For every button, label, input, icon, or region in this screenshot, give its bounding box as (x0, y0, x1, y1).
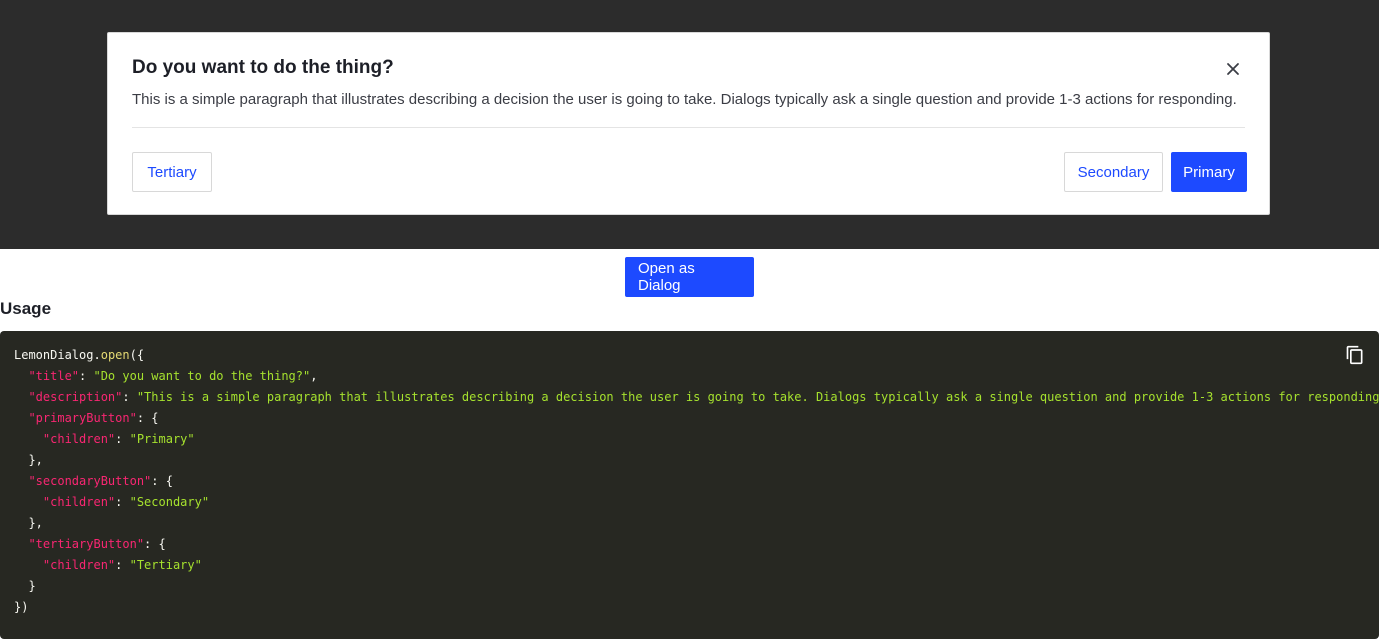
open-as-dialog-button[interactable]: Open as Dialog (625, 257, 754, 297)
code-line: }) (14, 597, 1365, 618)
code-key: "secondaryButton" (28, 474, 152, 488)
code-function: open (100, 348, 130, 362)
code-string: "Secondary" (129, 495, 210, 509)
code-punct: : (144, 537, 159, 551)
code-punct: : (151, 474, 166, 488)
code-punct: { (165, 474, 173, 488)
code-string: "Do you want to do the thing?" (93, 369, 311, 383)
code-punct: ({ (129, 348, 145, 362)
code-string: "This is a simple paragraph that illustr… (136, 390, 1379, 404)
code-key: "primaryButton" (28, 411, 137, 425)
code-punct: , (310, 369, 318, 383)
code-key: "description" (28, 390, 123, 404)
code-line: "primaryButton": { (14, 408, 1365, 429)
code-object: LemonDialog (14, 348, 94, 362)
usage-heading: Usage (0, 299, 52, 318)
tertiary-button[interactable]: Tertiary (132, 152, 212, 192)
close-icon (1227, 63, 1239, 75)
code-line: }, (14, 513, 1365, 534)
dialog-divider (132, 127, 1245, 128)
code-key: "title" (28, 369, 80, 383)
code-line: }, (14, 450, 1365, 471)
code-punct: { (158, 537, 166, 551)
copy-icon (1346, 345, 1363, 365)
code-string: "Primary" (129, 432, 195, 446)
copy-button[interactable] (1345, 345, 1365, 365)
code-line: } (14, 576, 1365, 597)
code-punct: : (115, 432, 130, 446)
code-line: "children": "Tertiary" (14, 555, 1365, 576)
code-punct: : (115, 558, 130, 572)
code-punct: . (93, 348, 101, 362)
code-key: "children" (42, 432, 116, 446)
code-punct: } (28, 579, 36, 593)
code-line: "children": "Secondary" (14, 492, 1365, 513)
code-punct: : (136, 411, 152, 425)
code-string: "Tertiary" (129, 558, 202, 572)
code-punct: : (79, 369, 94, 383)
code-line: "secondaryButton": { (14, 471, 1365, 492)
dialog-description: This is a simple paragraph that illustra… (132, 91, 1237, 108)
code-line: "children": "Primary" (14, 429, 1365, 450)
code-block: LemonDialog.open({ "title": "Do you want… (0, 331, 1379, 639)
code-punct: : (122, 390, 137, 404)
code-key: "children" (42, 558, 116, 572)
code-line: "title": "Do you want to do the thing?", (14, 366, 1365, 387)
code-punct: }, (28, 453, 43, 467)
code-punct: : (115, 495, 130, 509)
code-line: "tertiaryButton": { (14, 534, 1365, 555)
code-punct: }, (28, 516, 43, 530)
dialog-title: Do you want to do the thing? (132, 57, 394, 78)
code-punct: { (151, 411, 159, 425)
close-button[interactable] (1221, 57, 1245, 81)
primary-button[interactable]: Primary (1171, 152, 1247, 192)
code-line: "description": "This is a simple paragra… (14, 387, 1379, 408)
dialog: Do you want to do the thing? This is a s… (107, 32, 1270, 215)
code-key: "children" (42, 495, 116, 509)
code-punct: }) (14, 600, 29, 614)
secondary-button[interactable]: Secondary (1064, 152, 1163, 192)
code-line: LemonDialog.open({ (14, 345, 1365, 366)
code-key: "tertiaryButton" (28, 537, 145, 551)
